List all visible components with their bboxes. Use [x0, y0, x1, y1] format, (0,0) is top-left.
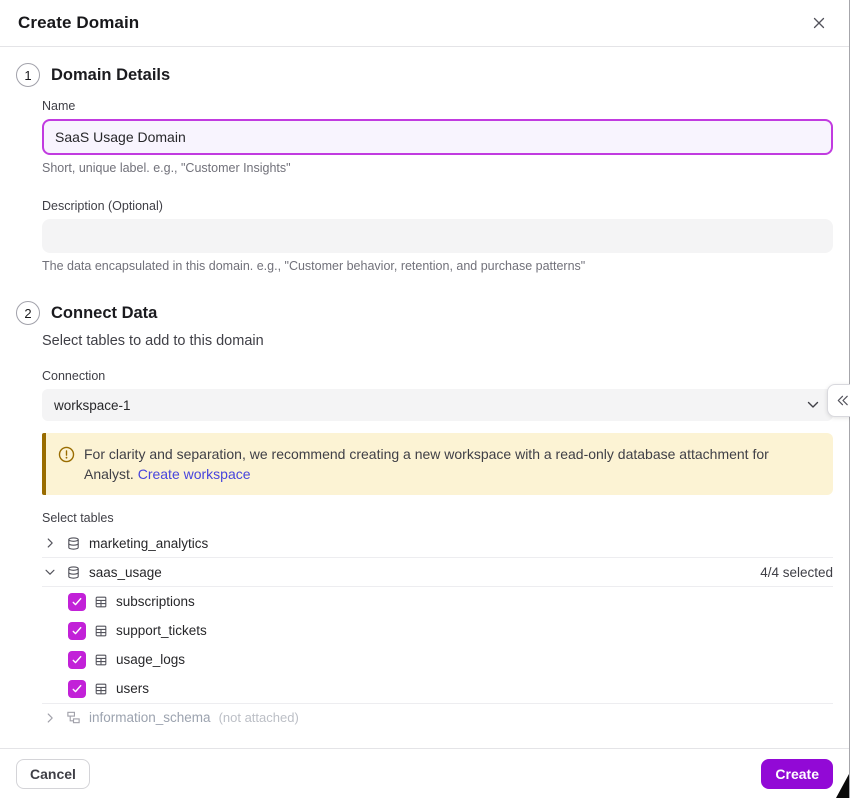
workspace-recommendation-callout: For clarity and separation, we recommend… — [42, 433, 833, 495]
tree-row-usage-logs[interactable]: usage_logs — [68, 645, 833, 674]
step-2-title: Connect Data — [51, 304, 157, 323]
table-grid-icon — [94, 682, 108, 696]
tree-row-information-schema[interactable]: information_schema (not attached) — [42, 703, 833, 731]
description-helper: The data encapsulated in this domain. e.… — [42, 259, 833, 273]
connection-label: Connection — [42, 369, 833, 383]
selected-count: 4/4 selected — [760, 565, 833, 580]
chevron-down-icon[interactable] — [42, 564, 58, 580]
create-workspace-link[interactable]: Create workspace — [138, 466, 251, 482]
check-icon — [71, 625, 83, 637]
checkbox-checked[interactable] — [68, 680, 86, 698]
description-input[interactable] — [42, 219, 833, 253]
modal-title: Create Domain — [18, 13, 139, 33]
close-icon — [811, 15, 827, 31]
schema-icon — [66, 710, 81, 725]
chevron-right-icon[interactable] — [42, 710, 58, 726]
chevron-down-icon — [805, 397, 821, 413]
connection-select[interactable]: workspace-1 — [42, 389, 833, 421]
table-name: subscriptions — [116, 594, 195, 609]
cancel-button[interactable]: Cancel — [16, 759, 90, 789]
schema-note: (not attached) — [219, 710, 299, 725]
create-domain-modal: Create Domain 1 Domain Details Name Shor… — [0, 0, 849, 798]
step-2-header: 2 Connect Data — [16, 301, 833, 325]
modal-header: Create Domain — [0, 0, 849, 47]
tree-row-users[interactable]: users — [68, 674, 833, 703]
tree-row-saas-usage[interactable]: saas_usage 4/4 selected — [42, 558, 833, 587]
callout-text: For clarity and separation, we recommend… — [84, 444, 819, 484]
alert-circle-icon — [58, 446, 75, 484]
checkbox-checked[interactable] — [68, 651, 86, 669]
table-grid-icon — [94, 595, 108, 609]
collapse-panel-button[interactable] — [827, 384, 850, 417]
table-name: users — [116, 681, 149, 696]
database-name: saas_usage — [89, 565, 162, 580]
check-icon — [71, 654, 83, 666]
table-name: usage_logs — [116, 652, 185, 667]
tables-tree: marketing_analytics saas_usage 4/4 selec… — [42, 529, 833, 731]
tree-row-marketing-analytics[interactable]: marketing_analytics — [42, 529, 833, 558]
step-2-number: 2 — [16, 301, 40, 325]
modal-footer: Cancel Create — [0, 748, 849, 798]
step-1-title: Domain Details — [51, 66, 170, 85]
close-button[interactable] — [807, 11, 831, 35]
table-grid-icon — [94, 624, 108, 638]
step-1-header: 1 Domain Details — [16, 63, 833, 87]
check-icon — [71, 596, 83, 608]
step-2-body: Select tables to add to this domain Conn… — [42, 333, 833, 731]
modal-content: 1 Domain Details Name Short, unique labe… — [0, 47, 849, 731]
tree-row-subscriptions[interactable]: subscriptions — [68, 587, 833, 616]
schema-name: information_schema — [89, 710, 211, 725]
chevron-right-icon[interactable] — [42, 535, 58, 551]
table-name: support_tickets — [116, 623, 207, 638]
step-1-number: 1 — [16, 63, 40, 87]
tree-row-support-tickets[interactable]: support_tickets — [68, 616, 833, 645]
name-label: Name — [42, 99, 833, 113]
step-1-body: Name Short, unique label. e.g., "Custome… — [42, 99, 833, 273]
connection-selected-value: workspace-1 — [54, 398, 131, 413]
name-input[interactable] — [42, 119, 833, 155]
check-icon — [71, 683, 83, 695]
database-name: marketing_analytics — [89, 536, 208, 551]
checkbox-checked[interactable] — [68, 593, 86, 611]
double-chevron-left-icon — [835, 393, 850, 408]
step-2-subtitle: Select tables to add to this domain — [42, 333, 833, 349]
table-grid-icon — [94, 653, 108, 667]
database-icon — [66, 565, 81, 580]
name-helper: Short, unique label. e.g., "Customer Ins… — [42, 161, 833, 175]
description-label: Description (Optional) — [42, 199, 833, 213]
database-icon — [66, 536, 81, 551]
select-tables-label: Select tables — [42, 511, 833, 525]
create-button[interactable]: Create — [761, 759, 833, 789]
checkbox-checked[interactable] — [68, 622, 86, 640]
